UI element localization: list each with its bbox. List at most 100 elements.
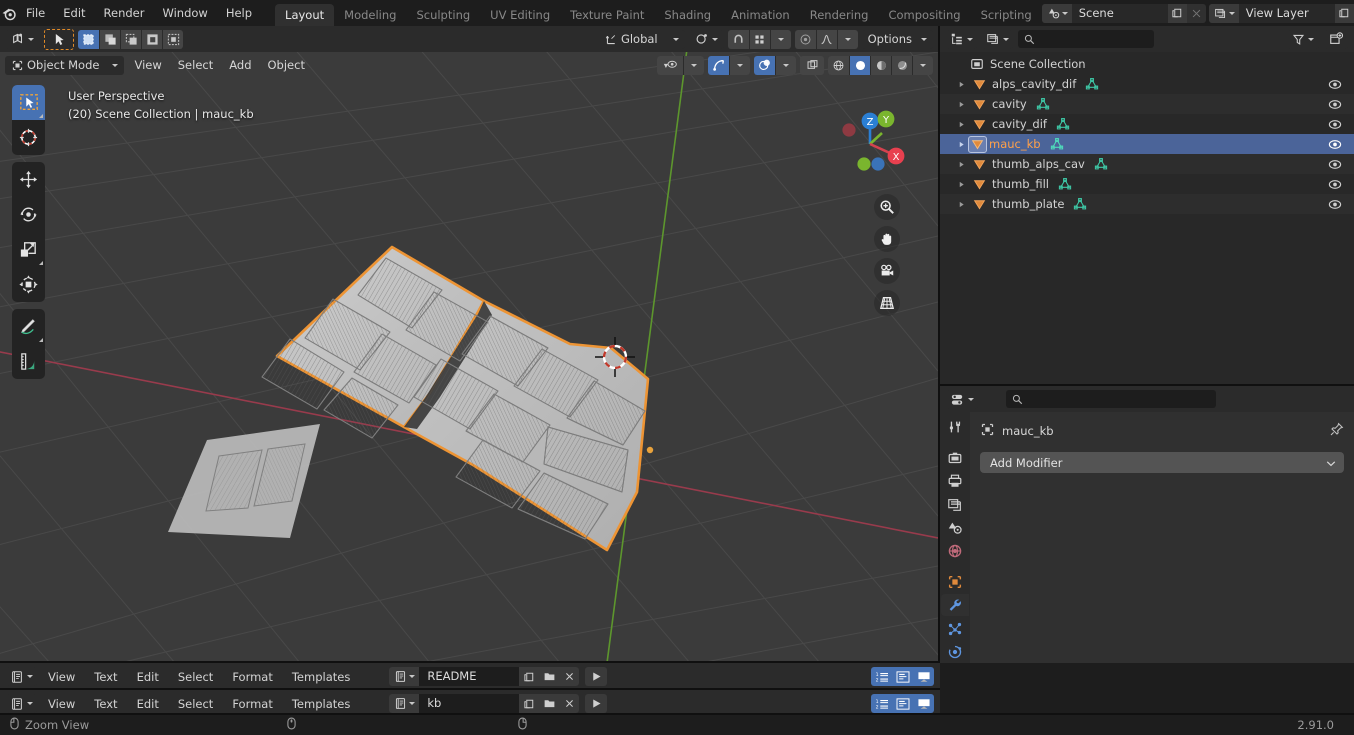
mesh-data-icon[interactable] — [1094, 157, 1108, 171]
pivot-point-dropdown[interactable] — [688, 29, 724, 49]
overlays-caret[interactable] — [775, 55, 796, 75]
text-menu-view[interactable]: View — [40, 694, 83, 714]
zoom-view-icon[interactable] — [874, 194, 900, 220]
line-numbers-toggle[interactable]: 12 — [871, 694, 892, 713]
outliner-display-mode-icon[interactable] — [982, 29, 1013, 49]
new-scene-icon[interactable] — [1167, 3, 1187, 23]
disclosure-triangle-icon[interactable] — [954, 154, 968, 174]
output-tab[interactable] — [941, 470, 969, 492]
region-divider-text2[interactable] — [0, 688, 940, 690]
proportional-editing-icon[interactable] — [794, 29, 816, 49]
word-wrap-toggle[interactable] — [892, 694, 913, 713]
workspace-tab-animation[interactable]: Animation — [721, 4, 800, 27]
3d-viewport[interactable]: Global Options Object Mode View Select A… — [0, 26, 938, 663]
workspace-tab-shading[interactable]: Shading — [654, 4, 721, 27]
disclosure-triangle-icon[interactable] — [954, 134, 968, 154]
scene-datablock[interactable]: Scene — [1041, 3, 1206, 23]
snap-dropdown-caret[interactable] — [769, 29, 791, 49]
visibility-eye-icon[interactable] — [1328, 174, 1342, 194]
region-divider-status[interactable] — [0, 713, 1354, 715]
visibility-eye-icon[interactable] — [1328, 154, 1342, 174]
tool-tab[interactable] — [941, 416, 969, 438]
mesh-data-icon[interactable] — [1056, 117, 1070, 131]
scene-tab[interactable] — [941, 517, 969, 539]
rotate-tool[interactable] — [12, 197, 45, 232]
new-text-icon[interactable] — [519, 667, 540, 686]
xray-group[interactable] — [800, 55, 824, 75]
mesh-data-icon[interactable] — [1036, 97, 1050, 111]
text-filename-readme[interactable]: README — [419, 667, 519, 686]
invert-selection-icon[interactable] — [141, 29, 162, 49]
line-numbers-toggle[interactable]: 12 — [871, 667, 892, 686]
measure-tool[interactable] — [12, 344, 45, 379]
viewport-menu-view[interactable]: View — [128, 56, 167, 75]
wireframe-shading-icon[interactable] — [828, 55, 849, 75]
open-text-icon[interactable] — [539, 694, 560, 713]
blender-logo-icon[interactable] — [0, 0, 17, 26]
text-menu-edit[interactable]: Edit — [129, 667, 167, 687]
region-divider-horizontal[interactable] — [940, 384, 1354, 386]
particles-tab[interactable] — [941, 617, 969, 639]
text-menu-format[interactable]: Format — [224, 667, 281, 687]
text-datablock-icon[interactable] — [389, 667, 420, 686]
menu-window[interactable]: Window — [153, 3, 216, 23]
editor-type-3dview-icon[interactable] — [5, 29, 40, 49]
solid-shading-icon[interactable] — [849, 55, 870, 75]
text-editor-readme[interactable]: View Text Edit Select Format Templates R… — [0, 663, 940, 690]
material-preview-shading-icon[interactable] — [870, 55, 891, 75]
outliner-editor[interactable]: Scene Collection alps_cavity_dif cavity … — [940, 26, 1354, 384]
outliner-item-thumb-fill[interactable]: thumb_fill — [940, 174, 1354, 194]
workspace-tab-modeling[interactable]: Modeling — [334, 4, 406, 27]
add-modifier-button[interactable]: Add Modifier — [980, 452, 1344, 473]
new-collection-icon[interactable] — [1324, 29, 1348, 49]
viewport-menu-add[interactable]: Add — [223, 56, 257, 75]
cursor-tool[interactable] — [12, 120, 45, 155]
open-text-icon[interactable] — [539, 667, 560, 686]
unlink-text-icon[interactable] — [559, 667, 580, 686]
outliner-root-scene-collection[interactable]: Scene Collection — [940, 54, 1354, 74]
view-layer-icon[interactable] — [1208, 3, 1239, 23]
text-filename-kb[interactable]: kb — [419, 694, 519, 713]
visibility-eye-icon[interactable] — [1328, 94, 1342, 114]
visibility-eye-icon[interactable] — [1328, 194, 1342, 214]
extend-selection-icon[interactable] — [99, 29, 120, 49]
gizmo-group[interactable] — [708, 55, 750, 75]
text-menu-select[interactable]: Select — [170, 694, 221, 714]
new-layer-icon[interactable] — [1334, 3, 1354, 23]
editor-type-text-icon[interactable] — [6, 667, 37, 686]
visibility-eye-icon[interactable] — [1328, 74, 1342, 94]
snap-magnet-icon[interactable] — [727, 29, 749, 49]
workspace-tab-layout[interactable]: Layout — [275, 4, 335, 27]
properties-editor[interactable]: mauc_kb Add Modifier — [940, 386, 1354, 663]
scene-icon[interactable] — [1041, 3, 1072, 23]
outliner-item-alps-cavity-dif[interactable]: alps_cavity_dif — [940, 74, 1354, 94]
pan-view-icon[interactable] — [874, 226, 900, 252]
select-box-tool-header[interactable] — [44, 28, 74, 50]
physics-tab[interactable] — [941, 641, 969, 663]
view-layer-name[interactable]: View Layer — [1239, 4, 1335, 23]
annotate-tool[interactable] — [12, 309, 45, 344]
editor-type-properties-icon[interactable] — [946, 389, 978, 409]
move-tool[interactable] — [12, 162, 45, 197]
object-visibility-caret[interactable] — [683, 55, 704, 75]
workspace-tab-rendering[interactable]: Rendering — [800, 4, 879, 27]
snap-group[interactable] — [727, 29, 791, 49]
outliner-filter-dropdown[interactable] — [1287, 29, 1319, 49]
transform-orientation-dropdown[interactable]: Global — [598, 29, 685, 49]
transform-tool[interactable] — [12, 267, 45, 302]
intersect-selection-icon[interactable] — [162, 29, 183, 49]
object-tab[interactable] — [941, 571, 969, 593]
unlink-text-icon[interactable] — [559, 694, 580, 713]
subtract-selection-icon[interactable] — [120, 29, 141, 49]
viewport-menu-select[interactable]: Select — [172, 56, 219, 75]
falloff-curve-icon[interactable] — [815, 29, 837, 49]
syntax-highlight-toggle[interactable] — [913, 694, 934, 713]
tweak-select-box-tool[interactable] — [12, 85, 45, 120]
show-gizmo-icon[interactable] — [708, 55, 729, 75]
menu-help[interactable]: Help — [217, 3, 261, 23]
scale-tool[interactable] — [12, 232, 45, 267]
view-layer-tab[interactable] — [941, 493, 969, 515]
delete-scene-icon[interactable] — [1186, 3, 1206, 23]
pin-icon[interactable] — [1329, 422, 1344, 440]
text-menu-text[interactable]: Text — [86, 667, 125, 687]
